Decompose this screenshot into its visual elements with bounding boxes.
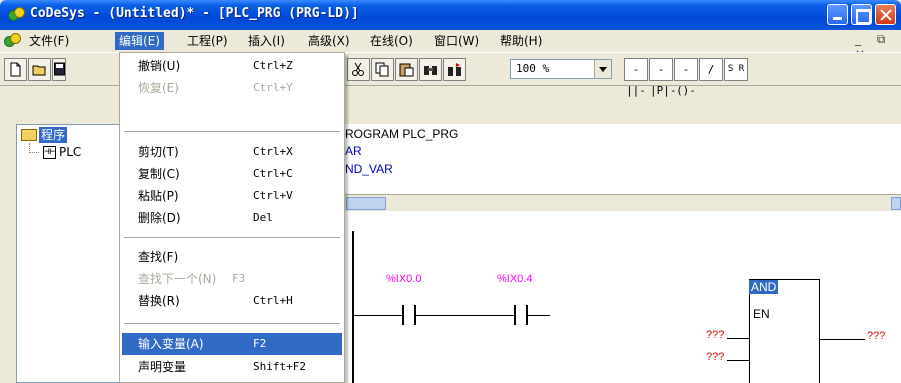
folder-icon [21,129,37,141]
rung-wire [354,315,402,316]
scissors-icon [352,62,364,76]
menu-item-find-next: 查找下一个(N) F3 [138,272,246,286]
contact-left-bar[interactable] [514,305,516,325]
menu-item-paste[interactable]: 粘贴(P) Ctrl+V [122,185,342,207]
contact-variable-label[interactable]: %IX0.0 [386,273,421,285]
copy-icon [375,62,389,77]
left-power-rail [352,231,354,383]
function-block-box[interactable] [749,279,820,383]
menu-online[interactable]: 在线(O) [366,32,417,50]
menu-file[interactable]: 文件(F) [25,32,73,50]
menu-insert[interactable]: 插入(I) [244,32,289,50]
maximize-button[interactable] [851,4,872,25]
new-file-icon [10,62,21,77]
menu-separator [124,323,340,324]
new-file-button[interactable] [4,58,27,81]
fb-output-wire [820,339,865,340]
menu-project[interactable]: 工程(P) [183,32,232,50]
fb-input-wire [727,338,749,339]
chevron-down-icon[interactable] [594,60,611,78]
scroll-right-button[interactable] [891,197,901,210]
function-block-en-input: EN [753,307,770,321]
negate-button[interactable]: / [699,58,723,81]
menu-help[interactable]: 帮助(H) [496,32,546,50]
find-button[interactable] [419,58,442,81]
tree-connector [29,143,39,153]
project-tree[interactable]: 程序 ⊣⊢ PLC [16,124,124,383]
edit-menu-dropdown: 撤销(U) Ctrl+Z 恢复(E) Ctrl+Y 剪切(T) Ctrl+X 复制(C… [119,52,345,383]
menu-bar: 文件(F) 编辑(E) 工程(P) 插入(I) 高级(X) 在线(O) 窗口(W… [0,30,901,61]
contact-left-bar[interactable] [402,305,404,325]
menu-item-undo[interactable]: 撤销(U) Ctrl+Z [122,55,342,77]
declaration-line: AR [345,144,362,158]
insert-parallel-contact-button[interactable]: -|P|- [649,58,677,97]
set-reset-button[interactable]: S R [724,58,748,81]
unassigned-input[interactable]: ??? [706,351,724,363]
save-button[interactable] [52,58,66,81]
menu-item-delete[interactable]: 删除(D) Del [122,207,342,229]
binoculars-next-icon [448,63,461,76]
menu-item-redo: 恢复(E) Ctrl+Y [138,81,293,95]
rung-wire [528,315,550,316]
rung-wire [416,315,514,316]
unassigned-input[interactable]: ??? [706,329,724,341]
paste-icon [399,63,414,77]
declaration-line: ND_VAR [345,162,393,176]
contact-variable-label[interactable]: %IX0.4 [497,273,532,285]
document-logo-icon[interactable] [4,33,22,49]
window-title: CoDeSys - (Untitled)* - [PLC_PRG (PRG-LD… [30,6,359,21]
menu-window[interactable]: 窗口(W) [430,32,483,50]
menu-item-cut[interactable]: 剪切(T) Ctrl+X [122,141,342,163]
tree-root-programs[interactable]: 程序 [39,127,68,143]
open-folder-icon [32,65,46,76]
declaration-line: ROGRAM PLC_PRG [345,127,459,141]
tree-item-plc-prg[interactable]: PLC [59,145,81,159]
menu-item-input-assistant[interactable]: 输入变量(A) F2 [122,333,342,355]
zoom-value: 100 % [516,62,550,75]
close-button[interactable] [875,4,896,25]
menu-edit[interactable]: 编辑(E) [115,32,164,50]
function-block-name[interactable]: AND [749,280,779,294]
menu-separator [124,237,340,238]
insert-contact-button[interactable]: -||- [624,58,648,97]
binoculars-icon [424,66,437,75]
minimize-button[interactable] [827,4,848,25]
scrollbar-thumb[interactable] [346,197,386,210]
open-file-button[interactable] [28,58,51,81]
find-next-button[interactable] [443,58,466,81]
menu-item-auto-declare[interactable]: 声明变量 Shift+F2 [122,356,342,378]
menu-item-copy[interactable]: 复制(C) Ctrl+C [122,163,342,185]
fb-input-wire [727,360,749,361]
title-bar[interactable]: CoDeSys - (Untitled)* - [PLC_PRG (PRG-LD… [0,0,901,30]
codesys-logo-icon [8,7,26,23]
ld-program-icon: ⊣⊢ [43,146,56,159]
zoom-select[interactable]: 100 % [510,59,612,79]
menu-extras[interactable]: 高级(X) [304,32,354,50]
menu-separator [124,131,340,132]
menu-item-find[interactable]: 查找(F) [122,246,342,268]
paste-button[interactable] [395,58,418,81]
menu-item-replace[interactable]: 替换(R) Ctrl+H [122,290,342,312]
unassigned-output[interactable]: ??? [867,330,885,342]
copy-button[interactable] [371,58,394,81]
cut-button[interactable] [347,58,370,81]
save-icon [54,62,65,76]
insert-coil-button[interactable]: -()- [674,58,698,97]
